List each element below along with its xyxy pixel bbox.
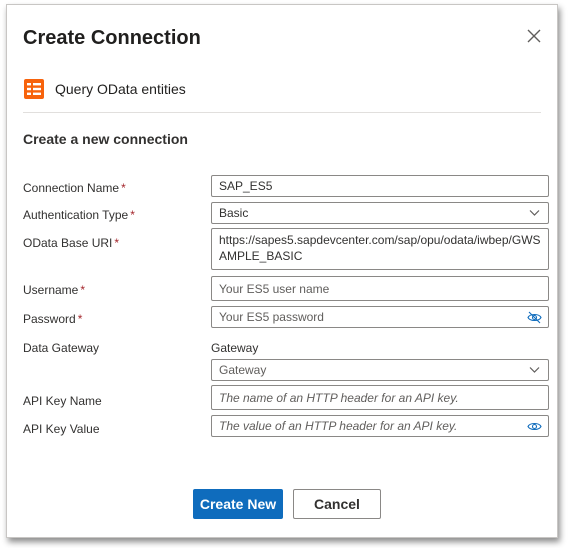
gateway-select[interactable]: Gateway [211, 359, 549, 381]
gateway-value: Gateway [219, 363, 267, 377]
section-title: Create a new connection [23, 131, 188, 147]
api-key-value-input[interactable]: The value of an HTTP header for an API k… [211, 415, 549, 437]
odata-uri-input[interactable]: https://sapes5.sapdevcenter.com/sap/opu/… [211, 228, 549, 270]
cancel-button[interactable]: Cancel [293, 489, 381, 519]
api-key-name-input[interactable]: The name of an HTTP header for an API ke… [211, 385, 549, 410]
chevron-down-icon [529, 367, 540, 373]
username-input[interactable]: Your ES5 user name [211, 276, 549, 301]
data-gateway-label: Data Gateway [23, 341, 100, 355]
eye-off-icon[interactable] [527, 311, 542, 324]
api-key-value-placeholder: The value of an HTTP header for an API k… [219, 419, 458, 433]
close-icon[interactable] [525, 27, 543, 45]
auth-type-select[interactable]: Basic [211, 202, 549, 224]
auth-type-label: Authentication Type * [23, 208, 135, 222]
chevron-down-icon [529, 210, 540, 216]
action-label: Query OData entities [55, 81, 186, 97]
auth-type-value: Basic [219, 206, 249, 220]
odata-uri-label: OData Base URI * [23, 236, 120, 250]
action-header: Query OData entities [23, 77, 186, 101]
create-new-button[interactable]: Create New [193, 489, 283, 519]
api-key-name-label: API Key Name [23, 394, 102, 408]
password-input[interactable]: Your ES5 password [211, 306, 549, 328]
table-list-icon [24, 79, 44, 99]
divider [23, 112, 541, 113]
username-label: Username * [23, 283, 86, 297]
eye-icon[interactable] [527, 420, 542, 433]
dialog-title: Create Connection [23, 27, 201, 49]
password-placeholder: Your ES5 password [219, 310, 324, 324]
connection-name-label: Connection Name * [23, 181, 126, 195]
password-label: Password * [23, 312, 83, 326]
connection-name-input[interactable]: SAP_ES5 [211, 175, 549, 197]
gateway-caption: Gateway [211, 341, 259, 355]
create-connection-dialog: Create Connection Query OData entities C… [6, 4, 558, 538]
api-key-value-label: API Key Value [23, 422, 100, 436]
